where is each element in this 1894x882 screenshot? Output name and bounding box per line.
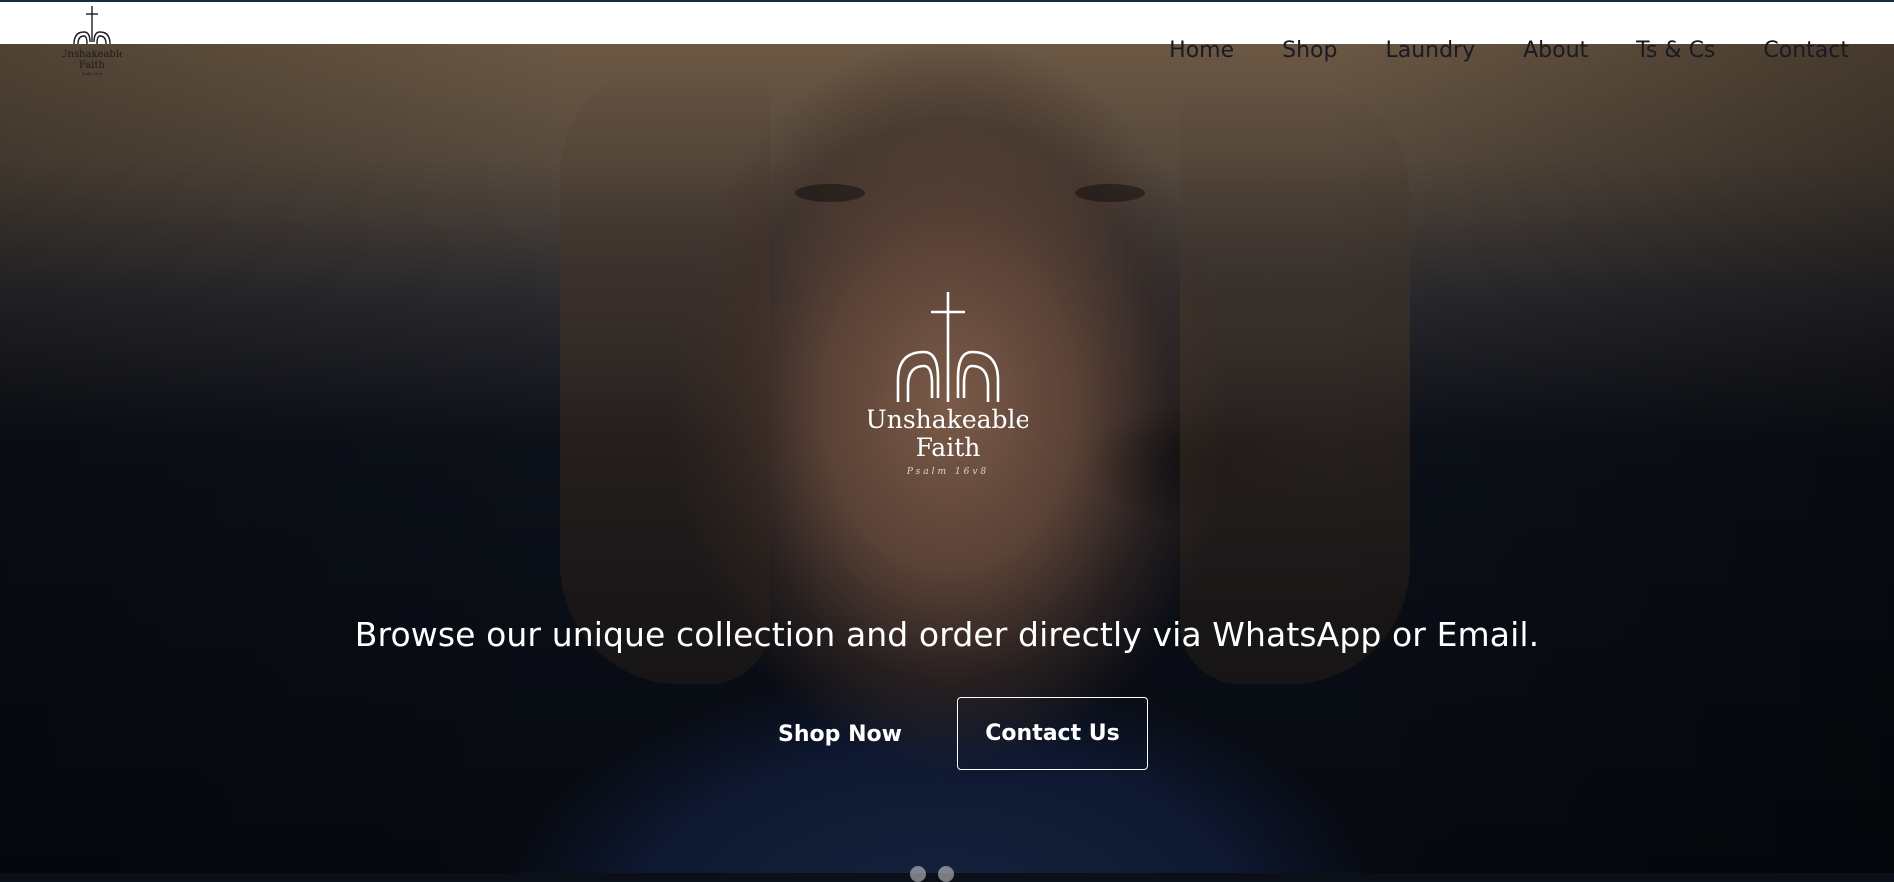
logo-small-verse: Psalm 16v8 — [82, 72, 102, 76]
hero-logo-verse: Psalm 16v8 — [906, 467, 989, 477]
carousel-dot-2[interactable] — [938, 866, 954, 882]
top-border — [0, 0, 1894, 2]
logo-small-name-line1: Unshakeable — [62, 49, 122, 60]
logo-small-name-line2: Faith — [79, 60, 105, 71]
hero-logo-name-line1: Unshakeable — [868, 405, 1028, 434]
nav-shop[interactable]: Shop — [1282, 34, 1337, 68]
contact-us-button[interactable]: Contact Us — [957, 697, 1148, 770]
nav-contact[interactable]: Contact — [1763, 34, 1849, 68]
carousel-dot-1[interactable] — [910, 866, 926, 882]
shop-now-button[interactable]: Shop Now — [760, 697, 920, 771]
hero-tagline: Browse our unique collection and order d… — [354, 615, 1540, 654]
hero-logo: Unshakeable Faith Psalm 16v8 — [868, 292, 1028, 477]
hero-logo-name-line2: Faith — [916, 433, 981, 462]
carousel-indicators — [910, 866, 954, 882]
nav-about[interactable]: About — [1523, 34, 1588, 68]
main-nav: Home Shop Laundry About Ts & Cs Contact — [1121, 34, 1849, 68]
nav-laundry[interactable]: Laundry — [1385, 34, 1475, 68]
nav-home[interactable]: Home — [1169, 34, 1234, 68]
nav-terms[interactable]: Ts & Cs — [1636, 34, 1715, 68]
site-logo[interactable]: Unshakeable Faith Psalm 16v8 — [62, 4, 122, 76]
